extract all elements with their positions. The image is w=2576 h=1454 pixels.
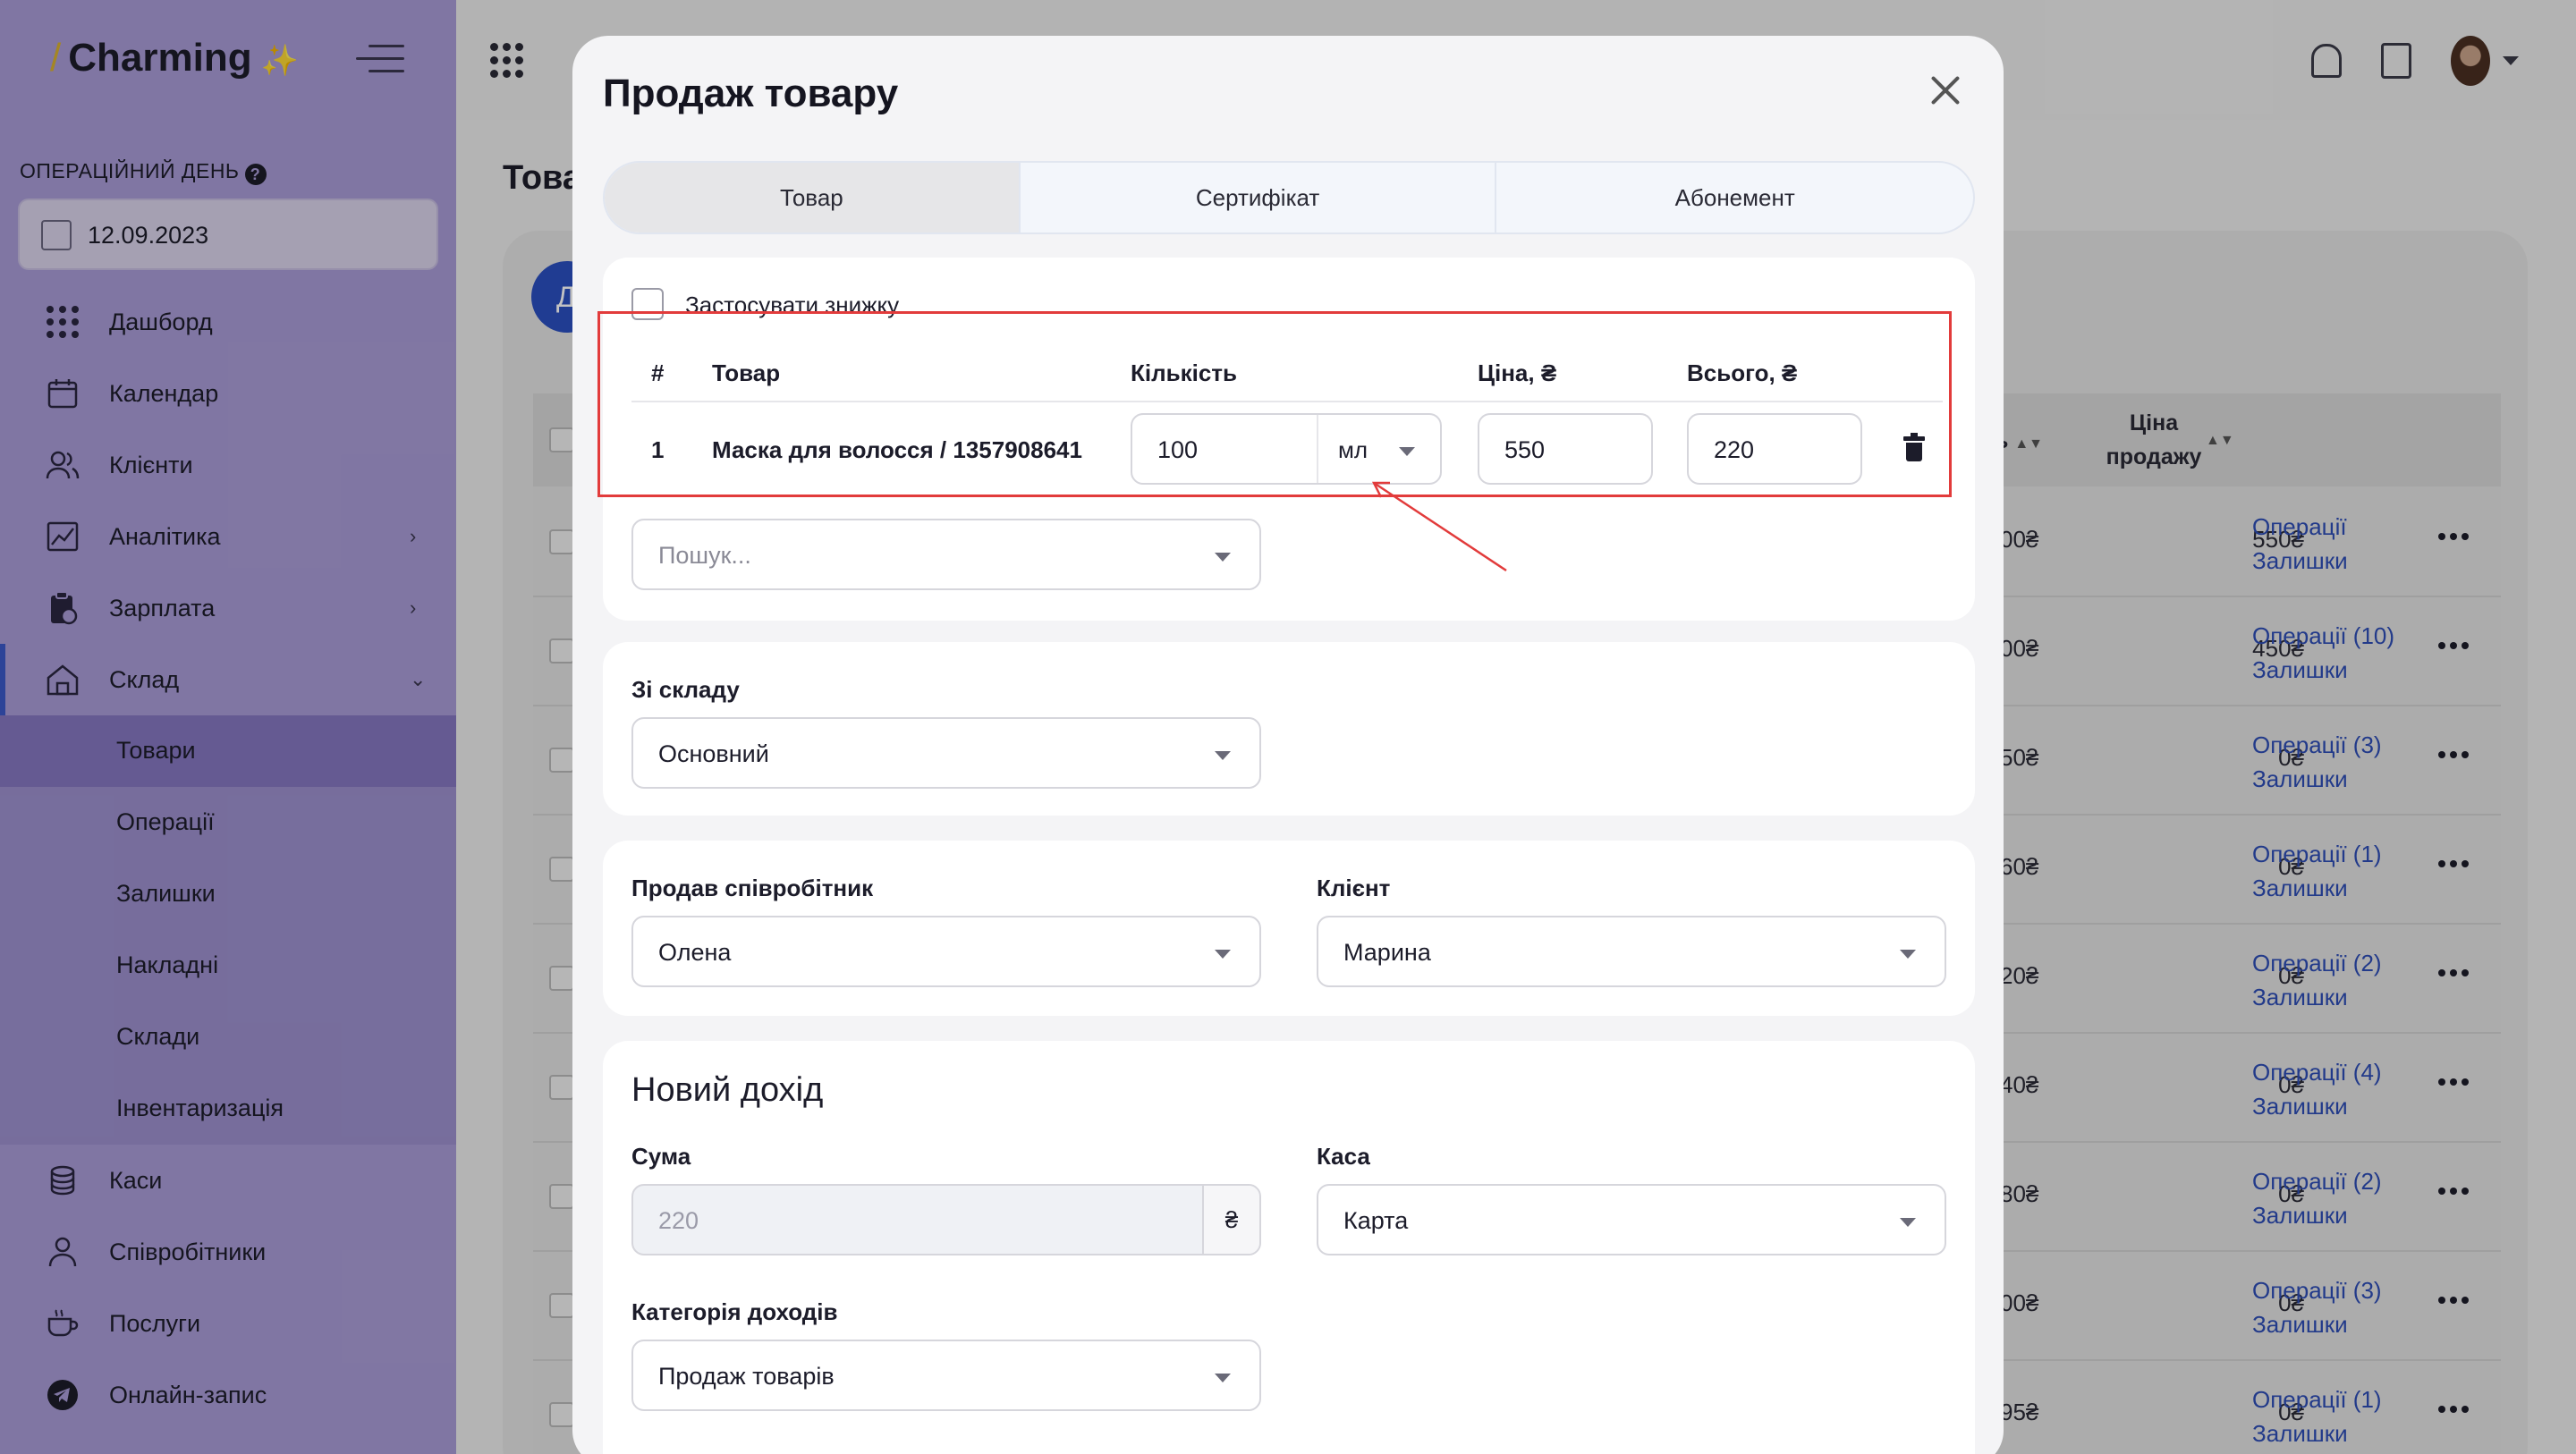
chevron-down-icon xyxy=(1900,1218,1916,1227)
sum-input[interactable]: 220 ₴ xyxy=(631,1184,1261,1255)
cash-label: Каса xyxy=(1317,1143,1370,1170)
warehouse-panel: Зі складу Основний xyxy=(603,642,1975,816)
product-search-select[interactable]: Пошук... xyxy=(631,519,1261,590)
close-icon[interactable] xyxy=(1923,68,1968,113)
client-select[interactable]: Марина xyxy=(1317,916,1946,987)
warehouse-label: Зі складу xyxy=(631,676,740,703)
chevron-down-icon xyxy=(1215,950,1231,959)
tab-subscription[interactable]: Абонемент xyxy=(1496,163,1973,232)
income-title: Новий дохід xyxy=(631,1071,824,1109)
search-placeholder: Пошук... xyxy=(658,542,751,569)
chevron-down-icon xyxy=(1900,950,1916,959)
sum-value: 220 xyxy=(658,1207,699,1234)
sum-label: Сума xyxy=(631,1143,691,1170)
seller-label: Продав співробітник xyxy=(631,875,874,901)
sell-product-modal: Продаж товару Товар Сертифікат Абонемент… xyxy=(572,36,2004,1454)
tab-certificate[interactable]: Сертифікат xyxy=(1021,163,1497,232)
tab-product[interactable]: Товар xyxy=(605,163,1021,232)
chevron-down-icon xyxy=(1215,751,1231,760)
income-category-label: Категорія доходів xyxy=(631,1298,838,1325)
chevron-down-icon xyxy=(1215,1374,1231,1382)
income-category-value: Продаж товарів xyxy=(658,1363,835,1390)
client-value: Марина xyxy=(1343,939,1431,966)
modal-title: Продаж товару xyxy=(603,72,899,115)
seller-select[interactable]: Олена xyxy=(631,916,1261,987)
client-label: Клієнт xyxy=(1317,875,1391,901)
currency-suffix: ₴ xyxy=(1202,1186,1259,1254)
annotation-highlight-box xyxy=(597,311,1952,497)
seller-client-panel: Продав співробітник Олена Клієнт Марина xyxy=(603,841,1975,1016)
income-panel: Новий дохід Сума 220 ₴ Каса Карта Катего… xyxy=(603,1041,1975,1454)
cash-select[interactable]: Карта xyxy=(1317,1184,1946,1255)
annotation-arrow xyxy=(1371,481,1507,572)
income-category-select[interactable]: Продаж товарів xyxy=(631,1340,1261,1411)
seller-value: Олена xyxy=(658,939,732,966)
modal-tabs: Товар Сертифікат Абонемент xyxy=(603,161,1975,234)
chevron-down-icon xyxy=(1215,553,1231,562)
cash-value: Карта xyxy=(1343,1207,1409,1234)
warehouse-select[interactable]: Основний xyxy=(631,717,1261,789)
warehouse-value: Основний xyxy=(658,740,769,767)
